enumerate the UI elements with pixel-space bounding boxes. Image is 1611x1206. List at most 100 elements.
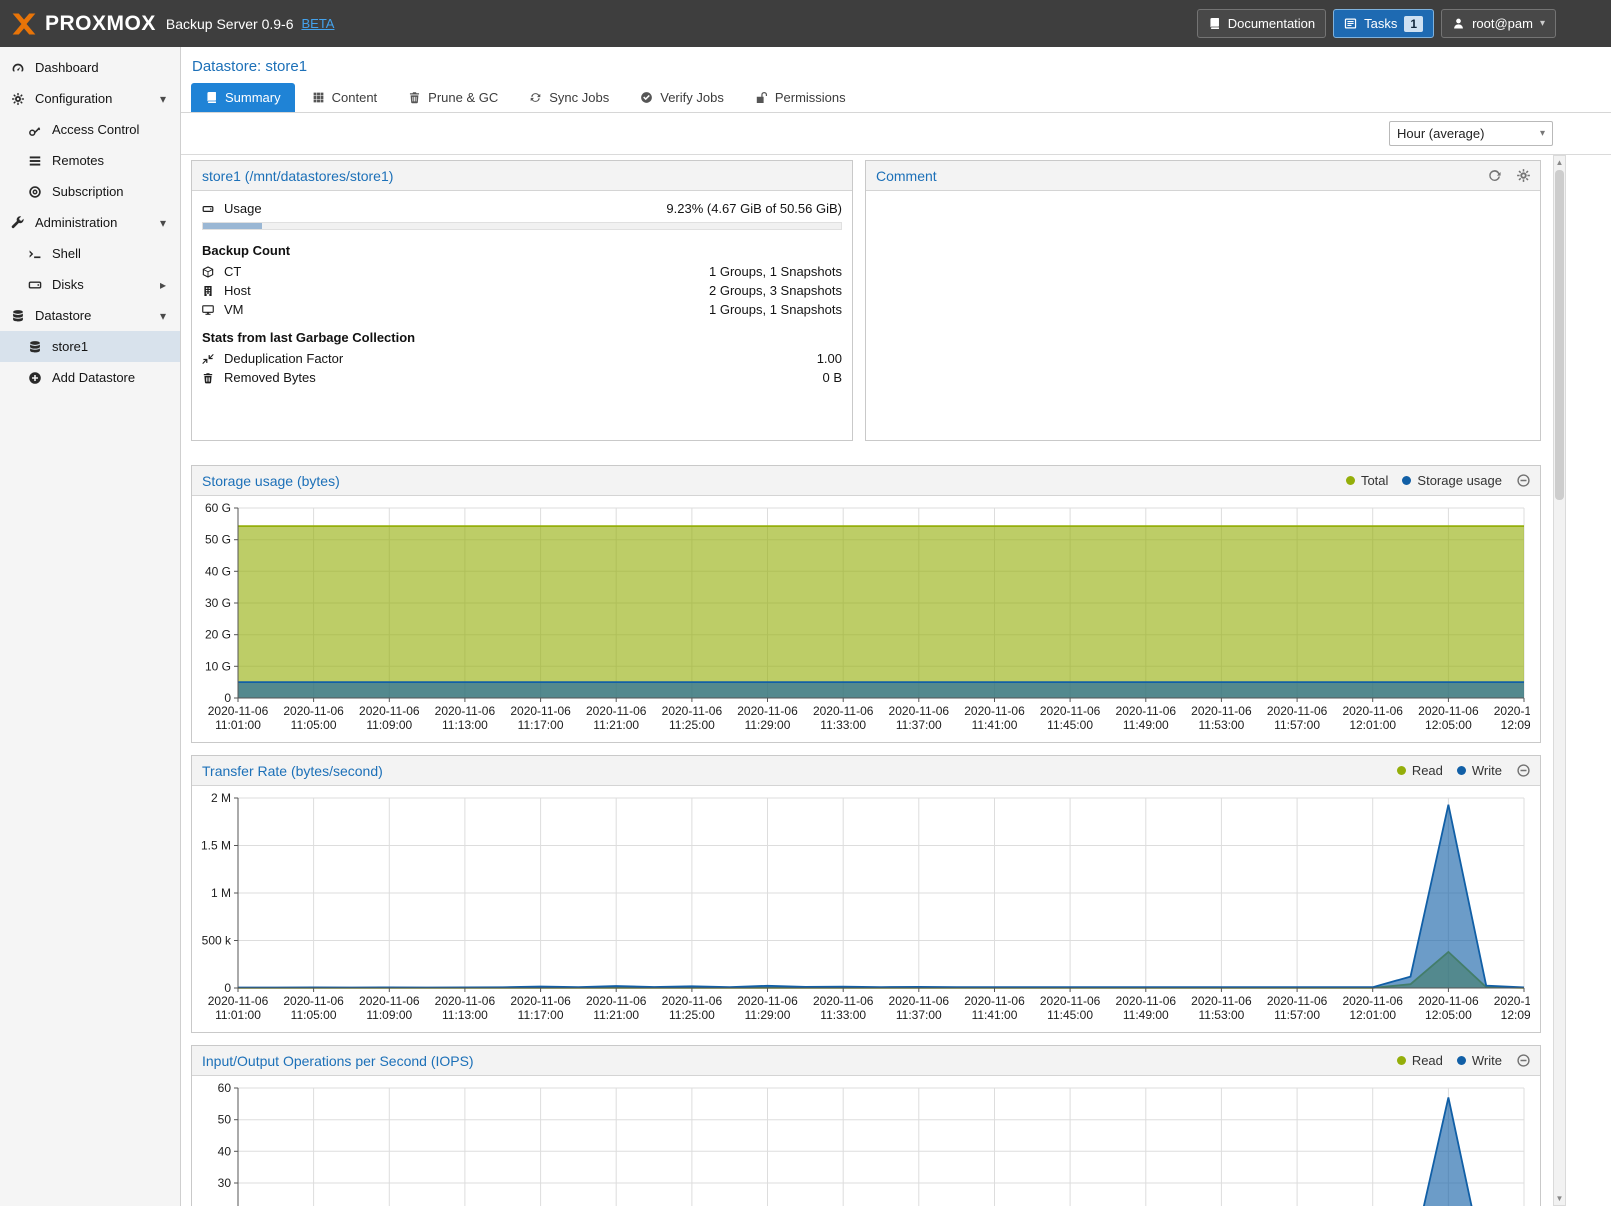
- svg-text:30 G: 30 G: [205, 596, 231, 610]
- header-buttons: Documentation Tasks 1 root@pam ▾: [1197, 9, 1556, 38]
- scroll-down-arrow[interactable]: ▼: [1554, 1192, 1565, 1205]
- caret-down-icon: ▾: [1540, 128, 1545, 139]
- sidebar-item-label: Add Datastore: [52, 370, 135, 385]
- chart-panel-header: Transfer Rate (bytes/second)ReadWrite: [192, 756, 1540, 786]
- scroll-up-arrow[interactable]: ▲: [1554, 156, 1565, 169]
- chart-title: Input/Output Operations per Second (IOPS…: [202, 1053, 474, 1069]
- tab-content[interactable]: Content: [298, 83, 392, 112]
- stat-row-vm: VM1 Groups, 1 Snapshots: [192, 300, 852, 319]
- sidebar-item-disks[interactable]: Disks▸: [0, 269, 180, 300]
- tab-summary[interactable]: Summary: [191, 83, 295, 112]
- svg-text:20 G: 20 G: [205, 628, 231, 642]
- tab-permissions[interactable]: Permissions: [741, 83, 860, 112]
- legend-label: Read: [1412, 763, 1443, 778]
- legend-dot: [1346, 476, 1355, 485]
- tab-sync-jobs[interactable]: Sync Jobs: [515, 83, 623, 112]
- documentation-button[interactable]: Documentation: [1197, 9, 1326, 38]
- sidebar-item-access-control[interactable]: Access Control: [0, 114, 180, 145]
- svg-text:2020-11-06: 2020-11-06: [359, 704, 420, 718]
- chart-canvas: 0500 k1 M1.5 M2 M2020-11-0611:01:002020-…: [192, 786, 1540, 1032]
- stat-label: CT: [224, 264, 241, 279]
- sidebar-item-remotes[interactable]: Remotes: [0, 145, 180, 176]
- svg-text:11:09:00: 11:09:00: [366, 718, 412, 732]
- scroll-thumb[interactable]: [1555, 170, 1564, 500]
- user-label: root@pam: [1472, 16, 1533, 31]
- sidebar-item-administration[interactable]: Administration▾: [0, 207, 180, 238]
- legend-item-storage-usage[interactable]: Storage usage: [1402, 473, 1502, 488]
- sidebar-item-store1[interactable]: store1: [0, 331, 180, 362]
- user-menu-button[interactable]: root@pam ▾: [1441, 9, 1556, 38]
- sidebar-item-shell[interactable]: Shell: [0, 238, 180, 269]
- comment-panel-title: Comment: [876, 168, 937, 184]
- legend-item-write[interactable]: Write: [1457, 763, 1502, 778]
- collapse-icon[interactable]: [1516, 473, 1531, 488]
- beta-link[interactable]: BETA: [301, 16, 334, 31]
- key-icon: [28, 123, 44, 137]
- sidebar-item-datastore[interactable]: Datastore▾: [0, 300, 180, 331]
- svg-text:2020-11-06: 2020-11-06: [964, 704, 1025, 718]
- tasks-icon: [1344, 17, 1357, 30]
- usage-progressbar: [202, 222, 842, 230]
- svg-text:12:01:00: 12:01:00: [1349, 1008, 1396, 1022]
- timeframe-select[interactable]: Hour (average) ▾: [1389, 121, 1553, 146]
- svg-text:0: 0: [224, 981, 231, 995]
- svg-text:11:57:00: 11:57:00: [1274, 718, 1320, 732]
- chart-canvas: 010 G20 G30 G40 G50 G60 G2020-11-0611:01…: [192, 496, 1540, 742]
- svg-text:2020-11-06: 2020-11-06: [1267, 704, 1328, 718]
- vertical-scrollbar[interactable]: ▲ ▼: [1553, 155, 1566, 1206]
- terminal-icon: [28, 247, 44, 261]
- caret-down-icon[interactable]: ▾: [160, 216, 166, 230]
- sidebar-item-add-datastore[interactable]: Add Datastore: [0, 362, 180, 393]
- svg-text:40: 40: [218, 1144, 232, 1158]
- legend-dot: [1402, 476, 1411, 485]
- collapse-icon[interactable]: [1516, 763, 1531, 778]
- tab-verify-jobs[interactable]: Verify Jobs: [626, 83, 738, 112]
- summary-panel-title: store1 (/mnt/datastores/store1): [202, 168, 393, 184]
- svg-text:2020-11-06: 2020-11-06: [1267, 994, 1328, 1008]
- legend-item-read[interactable]: Read: [1397, 1053, 1443, 1068]
- comment-body[interactable]: [866, 191, 1540, 440]
- caret-down-icon[interactable]: ▾: [160, 92, 166, 106]
- collapse-icon[interactable]: [1516, 1053, 1531, 1068]
- svg-text:11:25:00: 11:25:00: [669, 1008, 715, 1022]
- svg-text:2020-11-06: 2020-11-06: [737, 994, 798, 1008]
- sidebar-item-dashboard[interactable]: Dashboard: [0, 52, 180, 83]
- svg-text:11:29:00: 11:29:00: [745, 1008, 791, 1022]
- legend-dot: [1397, 1056, 1406, 1065]
- usage-progress-fill: [203, 223, 262, 229]
- caret-down-icon[interactable]: ▾: [160, 309, 166, 323]
- svg-text:2020-11-06: 2020-11-06: [283, 704, 344, 718]
- refresh-icon[interactable]: [1487, 168, 1502, 183]
- legend-item-write[interactable]: Write: [1457, 1053, 1502, 1068]
- legend-item-total[interactable]: Total: [1346, 473, 1388, 488]
- sidebar-item-label: Remotes: [52, 153, 104, 168]
- tasks-button[interactable]: Tasks 1: [1333, 9, 1434, 38]
- page-title: Datastore: store1: [181, 47, 1611, 78]
- svg-text:11:37:00: 11:37:00: [896, 718, 942, 732]
- wrench-icon: [11, 216, 27, 230]
- hdd-icon: [28, 278, 44, 292]
- tab-label: Content: [332, 90, 378, 105]
- tasks-label: Tasks: [1364, 16, 1397, 31]
- gear-icon[interactable]: [1516, 168, 1531, 183]
- svg-text:11:53:00: 11:53:00: [1198, 1008, 1244, 1022]
- legend-label: Write: [1472, 1053, 1502, 1068]
- svg-text:2020-11-06: 2020-11-06: [1494, 704, 1530, 718]
- sidebar-item-subscription[interactable]: Subscription: [0, 176, 180, 207]
- svg-text:11:57:00: 11:57:00: [1274, 1008, 1320, 1022]
- usage-label: Usage: [224, 201, 262, 216]
- stat-value: 2 Groups, 3 Snapshots: [709, 283, 842, 298]
- stat-label: Removed Bytes: [224, 370, 316, 385]
- legend-item-read[interactable]: Read: [1397, 763, 1443, 778]
- tab-prune-gc[interactable]: Prune & GC: [394, 83, 512, 112]
- svg-text:11:17:00: 11:17:00: [518, 718, 564, 732]
- toolbar: Hour (average) ▾: [181, 113, 1611, 155]
- svg-text:2020-11-06: 2020-11-06: [1040, 704, 1101, 718]
- chart-tools: Read Write: [1397, 1053, 1531, 1068]
- sync-icon: [529, 91, 542, 104]
- timeframe-value: Hour (average): [1397, 126, 1484, 141]
- caret-right-icon[interactable]: ▸: [160, 278, 166, 292]
- svg-text:11:01:00: 11:01:00: [215, 1008, 261, 1022]
- sidebar-item-configuration[interactable]: Configuration▾: [0, 83, 180, 114]
- backup-count-heading: Backup Count: [192, 232, 852, 262]
